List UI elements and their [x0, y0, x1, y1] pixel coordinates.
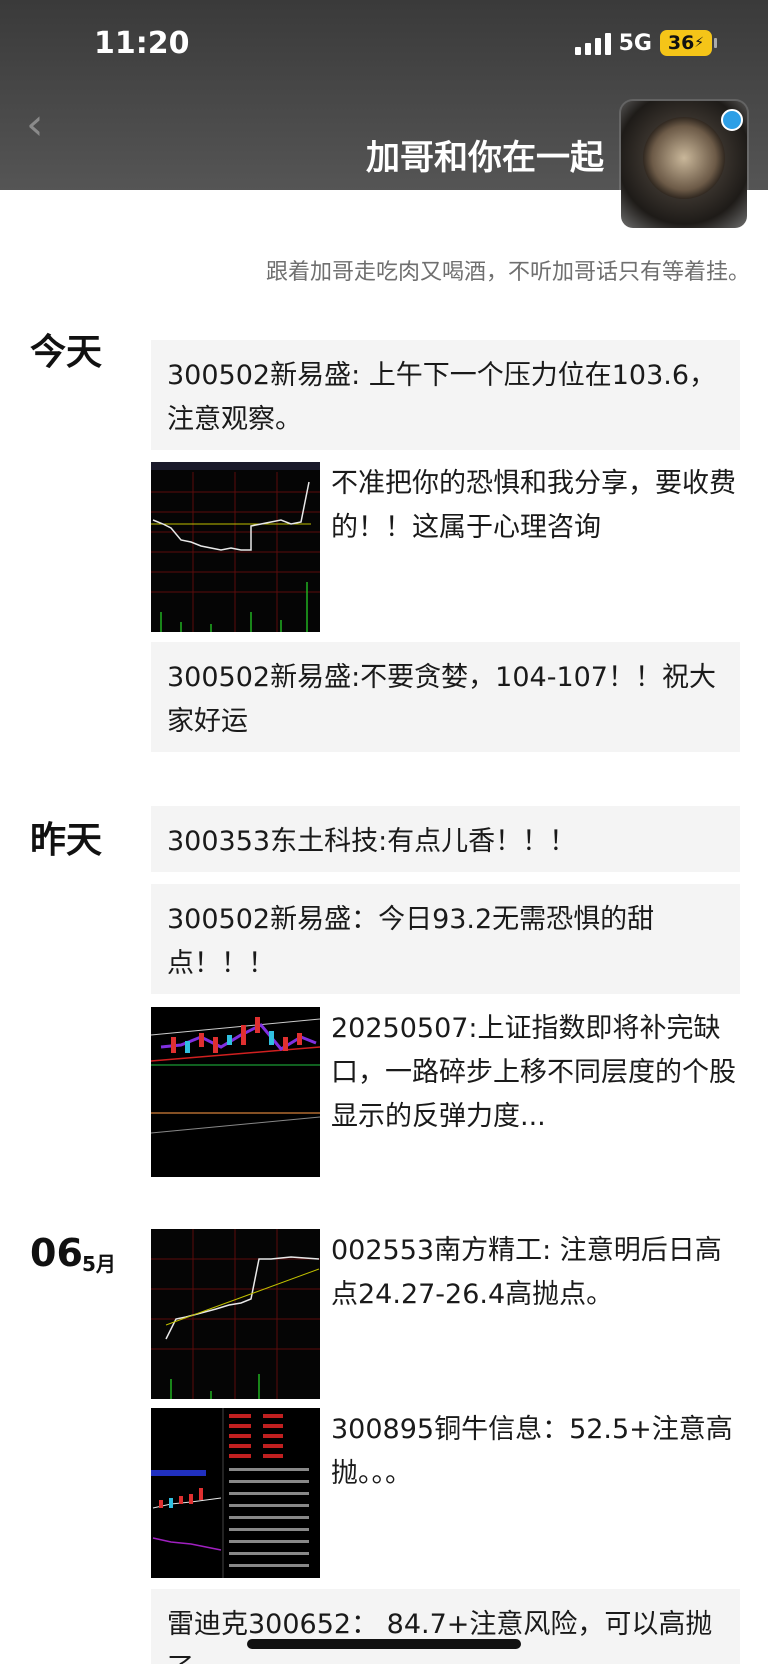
moment-image-post[interactable]: 20250507:上证指数即将补完缺口，一路碎步上移不同层度的个股显示的反弹力度…: [151, 1007, 740, 1177]
date-label-day: 06: [30, 1231, 83, 1275]
date-label-yesterday: 昨天: [30, 820, 103, 861]
home-indicator[interactable]: [247, 1639, 521, 1649]
avatar[interactable]: [621, 101, 747, 228]
moment-image-caption: 不准把你的恐惧和我分享，要收费的！！这属于心理咨询: [331, 468, 736, 543]
coffee-cup-image: [643, 117, 725, 199]
network-type: 5G: [618, 30, 652, 56]
moment-image-caption: 300895铜牛信息：52.5+注意高抛。。。: [331, 1414, 733, 1489]
moment-image-post[interactable]: 不准把你的恐惧和我分享，要收费的！！这属于心理咨询: [151, 462, 740, 632]
status-icons: 5G 36 ⚡: [574, 30, 717, 56]
back-button[interactable]: ‹: [26, 100, 62, 150]
moment-text-post[interactable]: 300353东土科技:有点儿香！！！: [151, 806, 740, 872]
page-title: 加哥和你在一起: [366, 138, 604, 178]
moment-text-post[interactable]: 300502新易盛：今日93.2无需恐惧的甜点！！！: [151, 884, 740, 994]
signal-icon: [574, 31, 611, 55]
moment-text-post[interactable]: 300502新易盛: 上午下一个压力位在103.6，注意观察。: [151, 340, 740, 450]
stock-quote-thumbnail[interactable]: [151, 1408, 320, 1578]
moment-image-caption: 002553南方精工: 注意明后日高点24.27-26.4高抛点。: [331, 1235, 722, 1310]
moment-text-post[interactable]: 雷迪克300652： 84.7+注意风险，可以高抛了。: [151, 1589, 740, 1664]
battery-icon: 36 ⚡: [660, 30, 717, 56]
date-label-today: 今天: [30, 332, 103, 373]
moment-image-post[interactable]: 300895铜牛信息：52.5+注意高抛。。。: [151, 1408, 740, 1578]
chevron-left-icon: ‹: [26, 99, 44, 150]
moment-image-post[interactable]: 002553南方精工: 注意明后日高点24.27-26.4高抛点。: [151, 1229, 740, 1399]
badge-icon: [721, 109, 743, 131]
stock-chart-thumbnail[interactable]: [151, 462, 320, 632]
moment-image-caption: 20250507:上证指数即将补完缺口，一路碎步上移不同层度的个股显示的反弹力度…: [331, 1013, 736, 1132]
moment-text-post[interactable]: 300502新易盛:不要贪婪，104-107！！祝大家好运: [151, 642, 740, 752]
index-chart-thumbnail[interactable]: [151, 1007, 320, 1177]
status-time: 11:20: [94, 26, 190, 61]
stock-chart-thumbnail[interactable]: [151, 1229, 320, 1399]
battery-level: 36: [667, 32, 695, 54]
date-label-month: 5月: [82, 1252, 116, 1276]
profile-signature: 跟着加哥走吃肉又喝酒，不听加哥话只有等着挂。: [265, 260, 750, 285]
